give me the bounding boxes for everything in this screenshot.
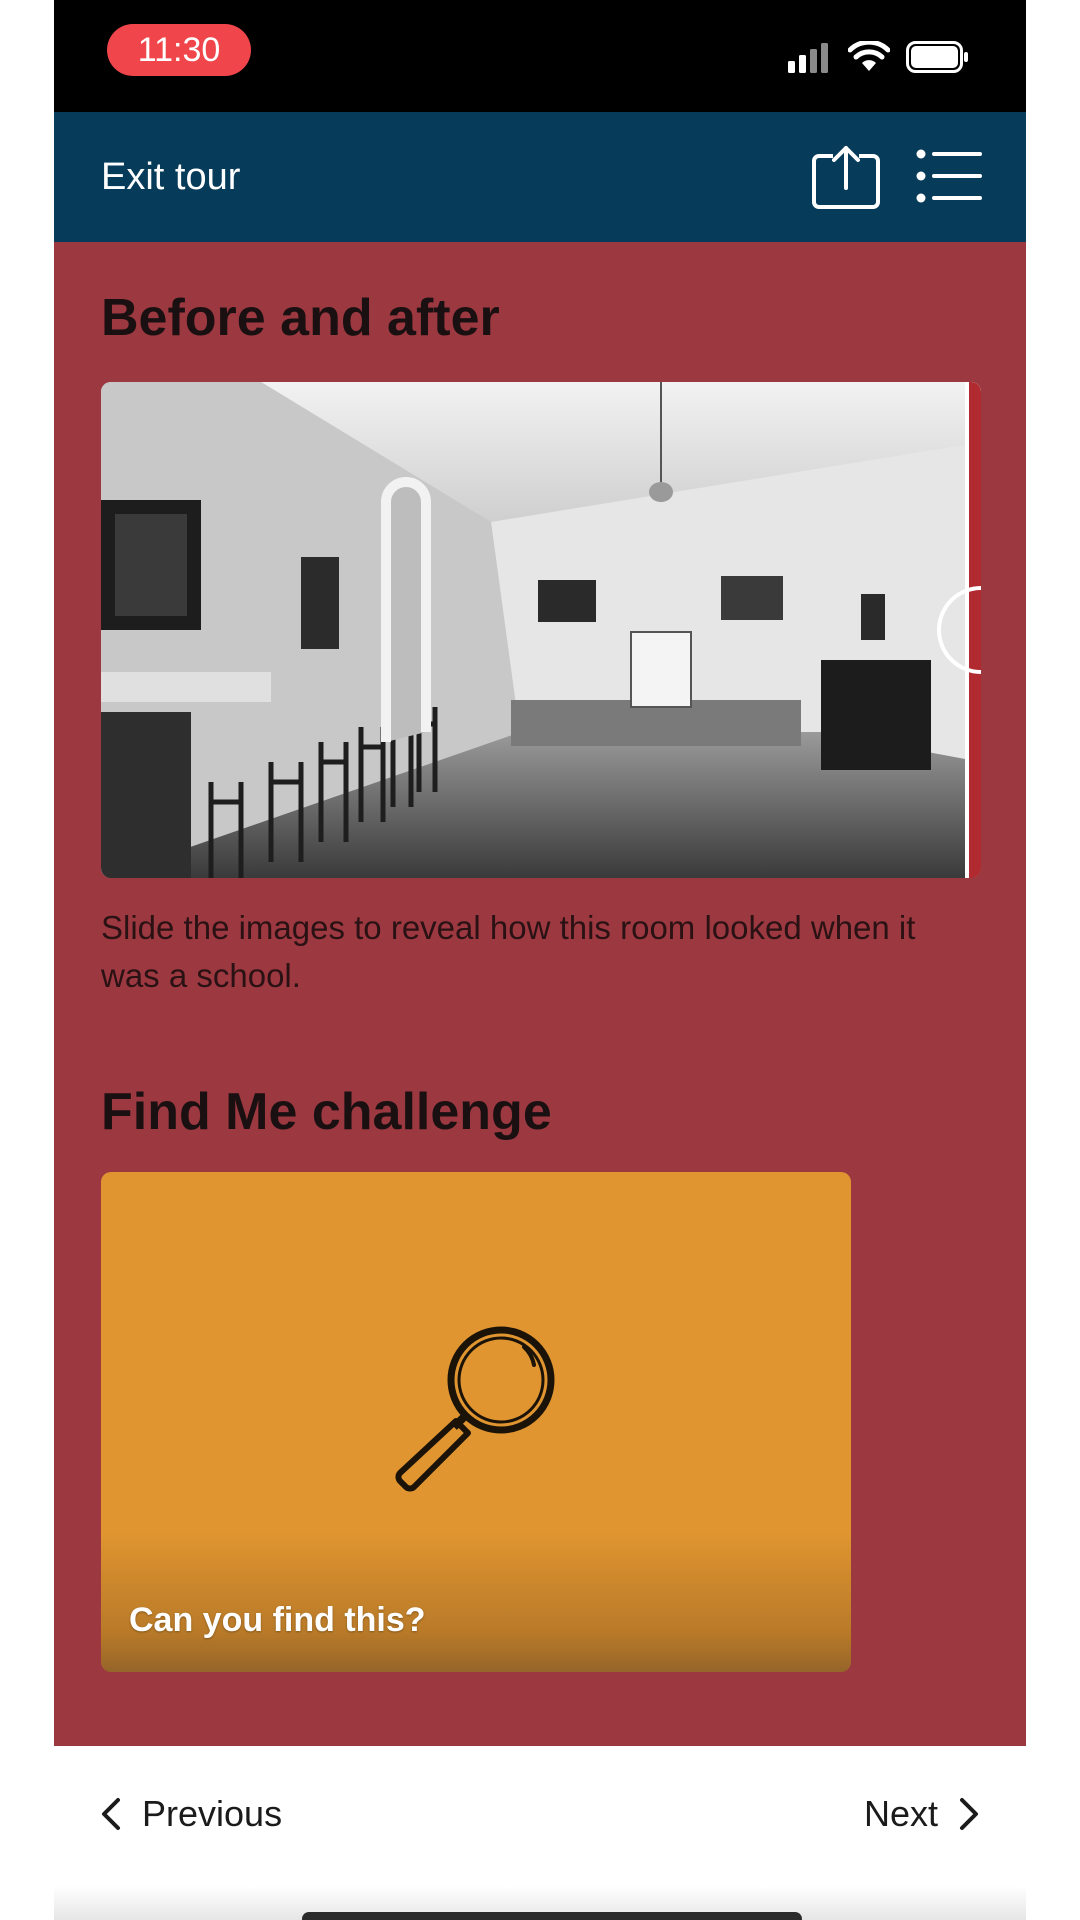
chevron-left-icon [102,1798,120,1830]
chevron-right-icon [960,1798,978,1830]
next-label: Next [863,1793,938,1834]
before-after-slider[interactable] [101,382,981,878]
find-me-card[interactable]: Can you find this? [101,1172,851,1672]
signal-icon [788,43,828,73]
before-after-caption: Slide the images to reveal how this room… [101,909,916,994]
share-icon[interactable] [811,144,881,210]
bottom-navigation: Previous Next [54,1746,1026,1920]
status-bar: 11:30 [54,0,1026,112]
home-indicator[interactable] [302,1912,802,1920]
tour-content: Before and after Slide the images to rev… [54,242,1026,1746]
top-app-bar: Exit tour [54,112,1026,242]
magnifier-icon [395,1326,555,1492]
wifi-icon [848,41,890,71]
next-button[interactable]: Next [864,1786,982,1842]
previous-button[interactable]: Previous [98,1786,282,1842]
before-after-title: Before and after [101,289,500,347]
status-icons [768,38,988,78]
phone-screen: 11:30 Exit tour Before and after Slide t… [54,0,1026,1920]
previous-label: Previous [142,1793,283,1834]
find-me-card-label: Can you find this? [129,1601,426,1639]
find-me-title: Find Me challenge [101,1083,552,1141]
list-menu-icon[interactable] [916,148,982,204]
exit-tour-button[interactable]: Exit tour [101,152,240,202]
battery-icon [906,41,968,73]
historic-room-photo [101,382,981,878]
status-time: 11:30 [107,24,251,76]
